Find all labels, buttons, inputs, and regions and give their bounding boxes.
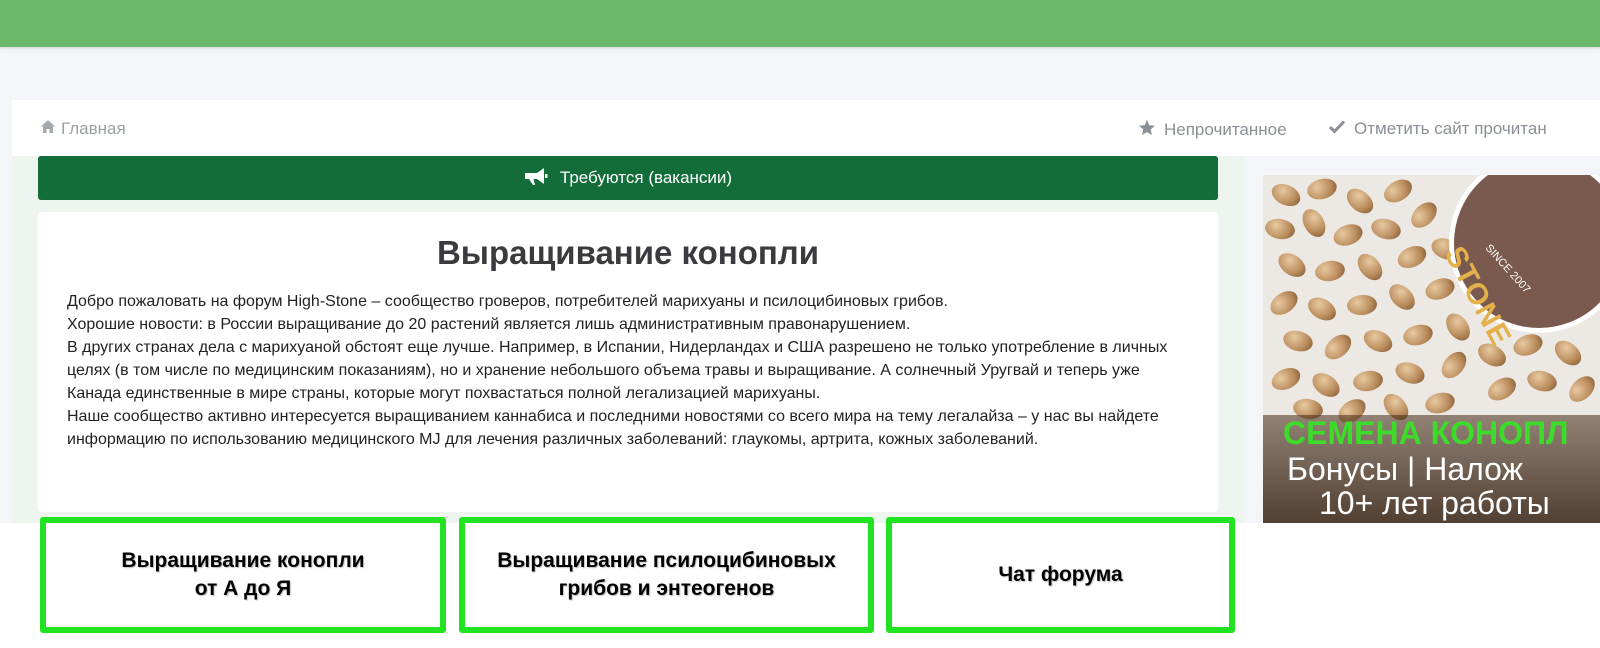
home-icon: [40, 119, 61, 139]
category-subtitle: от А до Я: [194, 577, 292, 600]
intro-paragraph: Добро пожаловать на форум High-Stone – с…: [67, 293, 948, 310]
category-title: Выращивание псилоцибиновых: [497, 549, 836, 572]
home-label: Главная: [61, 119, 126, 138]
category-mushrooms-growing[interactable]: Выращивание псилоцибиновых грибов и энте…: [459, 517, 874, 633]
page: Главная Непрочитанное Отметить сайт проч…: [0, 0, 1600, 648]
mark-read-label: Отметить сайт прочитан: [1354, 119, 1547, 138]
intro-paragraph: В других странах дела с марихуаной обсто…: [67, 339, 1168, 402]
mark-read-link[interactable]: Отметить сайт прочитан: [1328, 119, 1547, 139]
announcement-label: Требуются (вакансии): [559, 168, 733, 187]
intro-paragraph: Хорошие новости: в России выращивание до…: [67, 316, 911, 333]
category-subtitle: грибов и энтеогенов: [558, 577, 775, 600]
top-header-bar: [0, 0, 1600, 47]
page-title: Выращивание конопли: [436, 234, 820, 271]
unread-label: Непрочитанное: [1164, 120, 1287, 139]
check-icon: [1328, 119, 1354, 139]
breadcrumb-bar: Главная Непрочитанное Отметить сайт проч…: [12, 100, 1600, 156]
intro-text: Добро пожаловать на форум High-Stone – с…: [67, 290, 1197, 451]
megaphone-icon: [524, 166, 560, 191]
intro-card: Выращивание конопли Добро пожаловать на …: [38, 212, 1218, 512]
unread-link[interactable]: Непрочитанное: [1138, 119, 1287, 141]
vacancies-announcement-button[interactable]: Требуются (вакансии): [38, 156, 1218, 200]
category-forum-chat[interactable]: Чат форума: [886, 517, 1235, 633]
breadcrumb-home-link[interactable]: Главная: [40, 119, 126, 139]
banner-bonus-text: Бонусы | Налож: [1287, 451, 1523, 487]
intro-paragraph: Наше сообщество активно интересуется выр…: [67, 408, 1159, 448]
banner-headline: СЕМЕНА КОНОПЛ: [1283, 415, 1569, 451]
category-title: Чат форума: [998, 563, 1123, 586]
category-title: Выращивание конопли: [121, 549, 365, 572]
star-icon: [1138, 119, 1164, 141]
seeds-ad-banner[interactable]: STONE SINCE 2007 СЕМЕНА КОНОПЛ Бонусы | …: [1263, 175, 1600, 523]
banner-years-text: 10+ лет работы: [1319, 485, 1550, 521]
category-cannabis-growing[interactable]: Выращивание конопли от А до Я: [40, 517, 446, 633]
